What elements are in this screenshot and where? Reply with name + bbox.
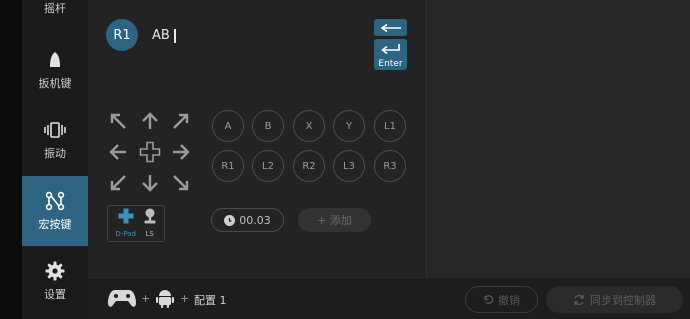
sidebar-item-label: 设置	[44, 288, 66, 301]
macro-sequence-text: AB	[152, 28, 170, 43]
macro-preview-panel	[427, 0, 690, 277]
sidebar-item-trigger[interactable]: 扳机键	[22, 44, 88, 96]
macro-key-badge[interactable]: R1	[106, 19, 138, 51]
button-l1[interactable]: L1	[374, 110, 406, 142]
sync-button[interactable]: 同步到控制器	[546, 286, 683, 313]
enter-arrow-icon	[379, 40, 403, 59]
sidebar-item-label: 振动	[44, 147, 66, 160]
gamepad-icon	[107, 287, 137, 309]
delay-button[interactable]: 00.03	[211, 208, 284, 232]
add-button[interactable]: + 添加	[298, 208, 371, 232]
macro-sequence[interactable]: AB	[152, 28, 176, 43]
trigger-icon	[44, 49, 66, 71]
button-r3[interactable]: R3	[374, 150, 406, 182]
revert-button[interactable]: 撤销	[465, 286, 538, 313]
dpad-label: D-Pad	[115, 230, 136, 238]
gear-icon	[44, 260, 66, 282]
plus-separator: +	[180, 292, 190, 305]
text-cursor	[173, 28, 176, 43]
sidebar-item-label: 扳机键	[38, 77, 72, 90]
dpad-input-option[interactable]: D-Pad	[115, 208, 136, 238]
dpad-icon	[118, 208, 134, 228]
plus-separator: +	[141, 292, 151, 305]
revert-label: 撤销	[498, 293, 520, 307]
config-label: 配置 1	[194, 294, 227, 307]
backspace-arrow-icon	[379, 18, 403, 37]
vibration-icon	[44, 119, 66, 141]
enter-label: Enter	[378, 59, 403, 69]
clock-icon	[224, 214, 236, 226]
arrow-left-icon[interactable]	[107, 141, 129, 163]
android-icon	[156, 288, 174, 308]
button-r1[interactable]: R1	[212, 150, 244, 182]
arrow-up-left-icon[interactable]	[107, 110, 129, 132]
arrow-right-icon[interactable]	[170, 141, 192, 163]
sidebar-item-label: 摇杆	[44, 2, 66, 15]
joystick-icon	[143, 208, 157, 228]
sidebar-item-joystick[interactable]: 摇杆	[22, 0, 88, 22]
arrow-down-icon[interactable]	[139, 172, 161, 194]
button-b[interactable]: B	[252, 110, 284, 142]
left-edge	[0, 0, 22, 319]
enter-button[interactable]: Enter	[374, 39, 407, 70]
sidebar-item-settings[interactable]: 设置	[22, 256, 88, 306]
dpad-center-icon[interactable]	[139, 141, 161, 163]
ls-input-option[interactable]: LS	[143, 208, 157, 238]
button-l3[interactable]: L3	[333, 150, 365, 182]
sidebar-item-macro[interactable]: 宏按键	[22, 176, 88, 246]
arrow-up-icon[interactable]	[139, 110, 161, 132]
undo-icon	[483, 294, 494, 305]
button-a[interactable]: A	[212, 110, 244, 142]
arrow-down-left-icon[interactable]	[107, 172, 129, 194]
button-y[interactable]: Y	[333, 110, 365, 142]
delay-value: 00.03	[239, 213, 271, 227]
button-r2[interactable]: R2	[293, 150, 325, 182]
button-x[interactable]: X	[293, 110, 325, 142]
macro-icon	[44, 190, 66, 212]
arrow-up-right-icon[interactable]	[170, 110, 192, 132]
input-type-selector: D-Pad LS	[107, 205, 165, 242]
button-l2[interactable]: L2	[252, 150, 284, 182]
sidebar-item-vibration[interactable]: 振动	[22, 114, 88, 166]
sidebar-item-label: 宏按键	[38, 218, 72, 231]
sidebar: 摇杆 扳机键 振动 宏按键 设置	[22, 0, 88, 319]
arrow-down-right-icon[interactable]	[170, 172, 192, 194]
sync-icon	[573, 294, 585, 306]
ls-label: LS	[145, 230, 154, 238]
backspace-button[interactable]	[374, 19, 407, 36]
sync-label: 同步到控制器	[590, 293, 656, 307]
